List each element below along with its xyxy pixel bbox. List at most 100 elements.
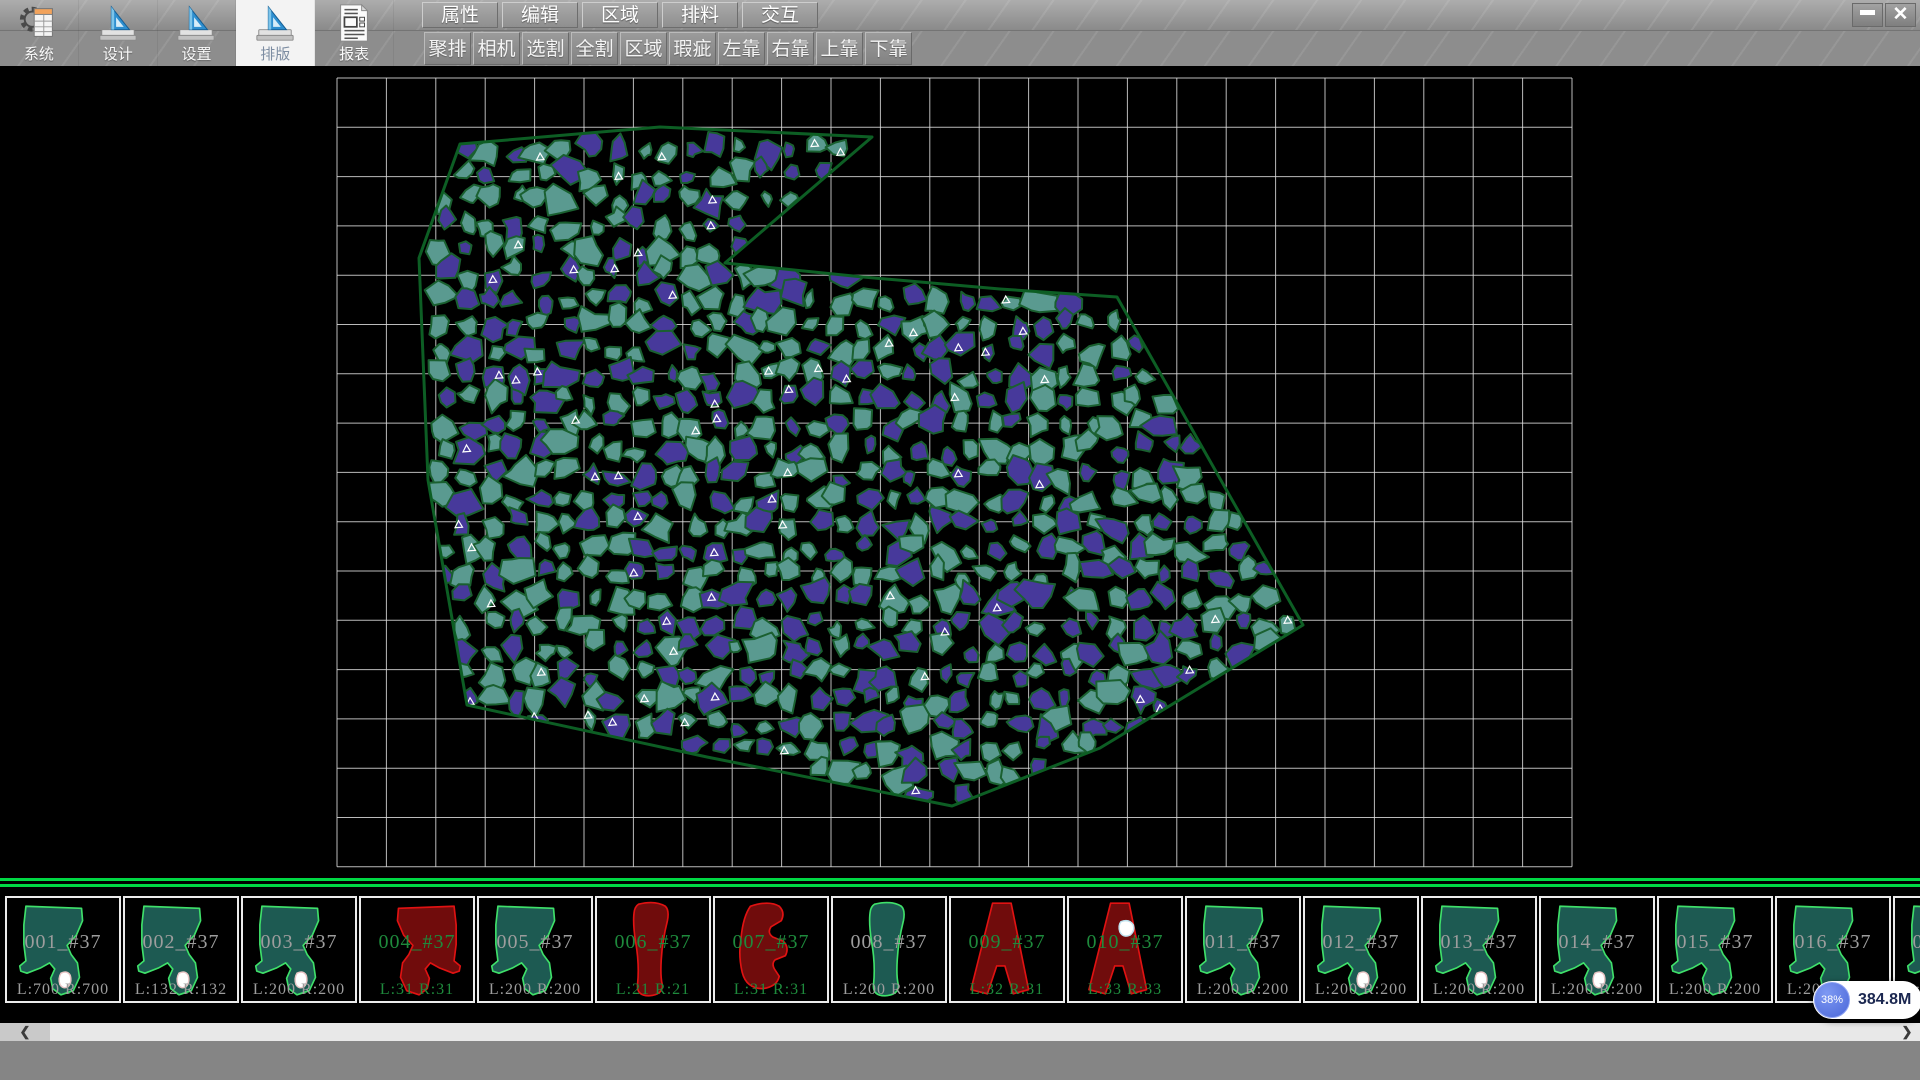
part-lr-label: L:132 R:132: [125, 981, 237, 999]
status-badge: 38% 384.8M: [1813, 981, 1920, 1019]
part-thumbnail-004_#37[interactable]: 004_#37 L:31 R:31: [359, 896, 475, 1003]
part-id-label: 017_#37: [1895, 931, 1920, 954]
part-lr-label: L:21 R:21: [597, 981, 709, 999]
part-id-label: 005_#37: [479, 931, 591, 954]
part-lr-label: L:33 R:33: [1069, 981, 1181, 999]
strip-top-line-2: [0, 884, 1920, 887]
status-bar: [0, 1041, 1920, 1080]
close-icon: ✕: [1893, 4, 1909, 25]
set-square-icon: [254, 1, 296, 45]
part-thumbnail-014_#37[interactable]: 014_#37 L:200 R:200: [1539, 896, 1655, 1003]
launcher-label: 排版: [236, 43, 314, 64]
menu-tab-2[interactable]: 编辑: [502, 2, 578, 28]
ribbon-button-5[interactable]: 区域: [620, 32, 667, 65]
ribbon-button-7[interactable]: 左靠: [718, 32, 765, 65]
menu-tab-5[interactable]: 交互: [742, 2, 818, 28]
ribbon-button-10[interactable]: 下靠: [865, 32, 912, 65]
part-lr-label: L:200 R:200: [1659, 981, 1771, 999]
menu-tab-bar: 属性编辑区域排料交互: [422, 2, 818, 28]
nesting-canvas[interactable]: [0, 66, 1920, 878]
report-doc-icon: [333, 1, 375, 45]
part-id-label: 002_#37: [125, 931, 237, 954]
menu-tab-4[interactable]: 排料: [662, 2, 738, 28]
set-square-icon: [175, 1, 217, 45]
part-lr-label: L:200 R:200: [1541, 981, 1653, 999]
menu-tab-1[interactable]: 属性: [422, 2, 498, 28]
launcher-item-1[interactable]: 系统: [0, 0, 79, 66]
ribbon-button-1[interactable]: 聚排: [424, 32, 471, 65]
part-id-label: 016_#37: [1777, 931, 1889, 954]
launcher-label: 系统: [0, 43, 78, 64]
part-thumbnail-015_#37[interactable]: 015_#37 L:200 R:200: [1657, 896, 1773, 1003]
part-lr-label: L:31 R:31: [715, 981, 827, 999]
part-id-label: 012_#37: [1305, 931, 1417, 954]
part-lr-label: L:32 R:31: [951, 981, 1063, 999]
part-thumbnail-011_#37[interactable]: 011_#37 L:200 R:200: [1185, 896, 1301, 1003]
part-lr-label: L:200 R:200: [1423, 981, 1535, 999]
part-id-label: 009_#37: [951, 931, 1063, 954]
ribbon-button-4[interactable]: 全割: [571, 32, 618, 65]
part-thumbnail-009_#37[interactable]: 009_#37 L:32 R:31: [949, 896, 1065, 1003]
part-lr-label: L:200 R:200: [1305, 981, 1417, 999]
part-id-label: 013_#37: [1423, 931, 1535, 954]
close-button[interactable]: ✕: [1885, 3, 1916, 27]
progress-circle: 38%: [1814, 982, 1850, 1018]
launcher-item-4[interactable]: 排版: [236, 0, 315, 66]
chevron-left-icon: ❮: [20, 1024, 31, 1039]
progress-percent: 38%: [1821, 994, 1843, 1006]
set-square-icon: [97, 1, 139, 45]
part-thumbnail-010_#37[interactable]: 010_#37 L:33 R:33: [1067, 896, 1183, 1003]
ribbon-button-group: 聚排相机选割全割区域瑕疵左靠右靠上靠下靠: [424, 32, 912, 65]
part-lr-label: L:200 R:200: [1187, 981, 1299, 999]
parts-list: 001_#37 L:700 R:700 002_#37 L:132 R:132 …: [5, 896, 1920, 1003]
nest-view: [0, 66, 1920, 878]
part-thumbnail-002_#37[interactable]: 002_#37 L:132 R:132: [123, 896, 239, 1003]
part-lr-label: L:200 R:200: [243, 981, 355, 999]
launcher-label: 设置: [158, 43, 236, 64]
part-id-label: 008_#37: [833, 931, 945, 954]
part-lr-label: L:200 R:200: [833, 981, 945, 999]
strip-top-line: [0, 878, 1920, 881]
module-launcher: 系统 设计 设置 排版 报表: [0, 0, 394, 66]
minimize-icon: [1860, 10, 1875, 15]
part-id-label: 015_#37: [1659, 931, 1771, 954]
memory-usage: 384.8M: [1858, 991, 1911, 1009]
part-thumbnail-007_#37[interactable]: 007_#37 L:31 R:31: [713, 896, 829, 1003]
part-id-label: 007_#37: [715, 931, 827, 954]
ribbon-button-8[interactable]: 右靠: [767, 32, 814, 65]
parts-strip: 001_#37 L:700 R:700 002_#37 L:132 R:132 …: [0, 878, 1920, 1023]
part-id-label: 003_#37: [243, 931, 355, 954]
part-thumbnail-013_#37[interactable]: 013_#37 L:200 R:200: [1421, 896, 1537, 1003]
launcher-item-2[interactable]: 设计: [79, 0, 158, 66]
part-thumbnail-006_#37[interactable]: 006_#37 L:21 R:21: [595, 896, 711, 1003]
launcher-label: 报表: [315, 43, 393, 64]
part-thumbnail-008_#37[interactable]: 008_#37 L:200 R:200: [831, 896, 947, 1003]
part-id-label: 006_#37: [597, 931, 709, 954]
minimize-button[interactable]: [1852, 3, 1883, 27]
scroll-left-button[interactable]: ❮: [0, 1023, 50, 1041]
part-id-label: 004_#37: [361, 931, 473, 954]
scroll-right-button[interactable]: ❯: [1894, 1023, 1920, 1041]
ribbon-button-6[interactable]: 瑕疵: [669, 32, 716, 65]
part-thumbnail-012_#37[interactable]: 012_#37 L:200 R:200: [1303, 896, 1419, 1003]
part-lr-label: L:31 R:31: [361, 981, 473, 999]
menu-tab-3[interactable]: 区域: [582, 2, 658, 28]
ribbon-button-9[interactable]: 上靠: [816, 32, 863, 65]
part-id-label: 010_#37: [1069, 931, 1181, 954]
ribbon-button-3[interactable]: 选割: [522, 32, 569, 65]
part-id-label: 001_#37: [7, 931, 119, 954]
part-lr-label: L:700 R:700: [7, 981, 119, 999]
part-thumbnail-005_#37[interactable]: 005_#37 L:200 R:200: [477, 896, 593, 1003]
window-controls: ✕: [1852, 3, 1916, 27]
horizontal-scrollbar[interactable]: ❮ ❯: [0, 1023, 1920, 1041]
chevron-right-icon: ❯: [1902, 1024, 1913, 1039]
part-id-label: 014_#37: [1541, 931, 1653, 954]
system-gear-icon: [18, 1, 60, 45]
launcher-item-5[interactable]: 报表: [315, 0, 394, 66]
launcher-item-3[interactable]: 设置: [158, 0, 237, 66]
part-lr-label: L:200 R:200: [479, 981, 591, 999]
launcher-label: 设计: [79, 43, 157, 64]
part-thumbnail-003_#37[interactable]: 003_#37 L:200 R:200: [241, 896, 357, 1003]
ribbon-button-2[interactable]: 相机: [473, 32, 520, 65]
part-thumbnail-001_#37[interactable]: 001_#37 L:700 R:700: [5, 896, 121, 1003]
